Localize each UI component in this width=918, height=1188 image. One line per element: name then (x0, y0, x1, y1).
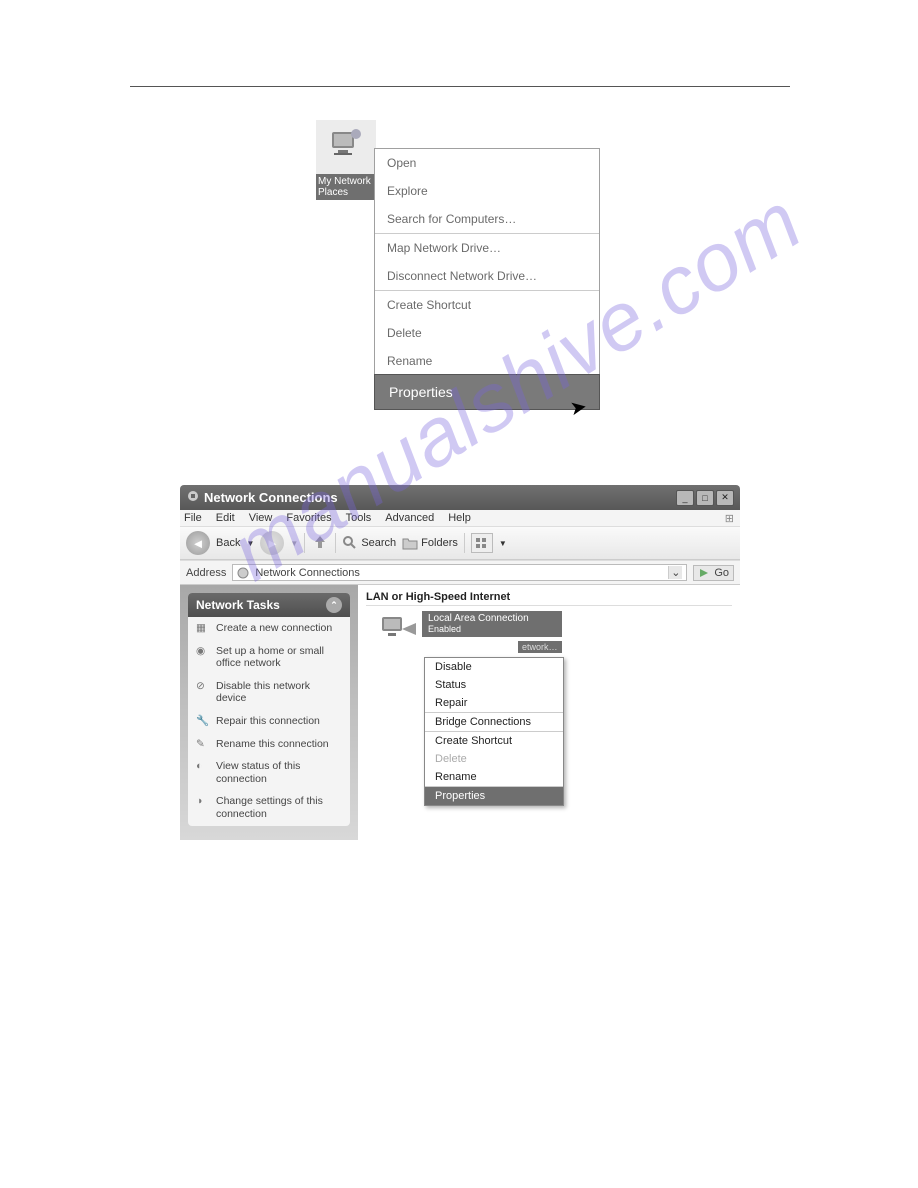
go-label: Go (714, 567, 729, 579)
main-content-pane: LAN or High-Speed Internet Local Area Co… (358, 585, 740, 840)
window-titlebar: Network Connections _ □ ✕ (180, 485, 740, 510)
menu-item-create-shortcut[interactable]: Create Shortcut (375, 291, 599, 319)
menu-item-rename[interactable]: Rename (375, 347, 599, 375)
rename-icon: ✎ (196, 738, 210, 751)
context-menu-desktop: Open Explore Search for Computers… Map N… (374, 148, 600, 410)
desktop-icon-label: My Network Places (316, 174, 378, 200)
context-menu-connection: Disable Status Repair Bridge Connections… (424, 657, 564, 806)
search-label: Search (361, 537, 396, 549)
status-icon: ◐ (196, 760, 210, 785)
go-button[interactable]: Go (693, 565, 734, 581)
folders-label: Folders (421, 537, 458, 549)
wrench-icon: 🔧 (196, 715, 210, 728)
menu-item-create-shortcut[interactable]: Create Shortcut (425, 732, 563, 750)
search-button[interactable]: Search (342, 535, 396, 551)
settings-icon: ◑ (196, 795, 210, 820)
views-button[interactable] (471, 533, 493, 553)
back-button[interactable]: ◄ (186, 531, 210, 555)
address-input[interactable]: Network Connections ⌄ (232, 564, 687, 581)
menu-item-map-drive[interactable]: Map Network Drive… (375, 234, 599, 262)
menu-view[interactable]: View (249, 512, 273, 524)
menu-item-disable[interactable]: Disable (425, 658, 563, 676)
connection-subtext: etwork… (518, 641, 562, 653)
back-dropdown-icon[interactable]: ▼ (246, 539, 254, 548)
page-divider (130, 86, 790, 87)
folders-button[interactable]: Folders (402, 536, 458, 550)
lan-connection-icon (378, 611, 420, 647)
menu-bar: File Edit View Favorites Tools Advanced … (180, 510, 740, 527)
toolbar-separator (464, 533, 465, 553)
task-change-settings[interactable]: ◑Change settings of this connection (188, 790, 350, 825)
connection-name: Local Area Connection Enabled (422, 611, 562, 637)
address-bar: Address Network Connections ⌄ Go (180, 560, 740, 585)
panel-header[interactable]: Network Tasks ⌃ (188, 593, 350, 617)
toolbar-separator (335, 533, 336, 553)
minimize-button[interactable]: _ (676, 490, 694, 506)
network-tasks-panel: Network Tasks ⌃ ▦Create a new connection… (188, 593, 350, 826)
wizard-icon: ▦ (196, 622, 210, 635)
menu-item-properties[interactable]: Properties (374, 374, 600, 410)
menu-help[interactable]: Help (448, 512, 471, 524)
menu-item-explore[interactable]: Explore (375, 177, 599, 205)
forward-button[interactable]: ► (260, 531, 284, 555)
menu-item-disconnect-drive[interactable]: Disconnect Network Drive… (375, 262, 599, 290)
network-connections-window: Network Connections _ □ ✕ File Edit View… (180, 485, 740, 840)
forward-dropdown-icon[interactable]: ▼ (290, 539, 298, 548)
task-create-connection[interactable]: ▦Create a new connection (188, 617, 350, 640)
local-area-connection-item[interactable]: Local Area Connection Enabled etwork… Di… (378, 611, 420, 652)
windows-flag-icon: ⊞ (725, 512, 734, 525)
menu-item-delete-disabled: Delete (425, 750, 563, 768)
toolbar: ◄ Back ▼ ► ▼ Search Folders ▼ (180, 527, 740, 560)
network-icon (237, 567, 251, 579)
window-title: Network Connections (204, 490, 676, 505)
menu-item-status[interactable]: Status (425, 676, 563, 694)
menu-item-bridge[interactable]: Bridge Connections (425, 713, 563, 731)
disable-icon: ⊘ (196, 680, 210, 705)
address-dropdown-icon[interactable]: ⌄ (668, 566, 682, 579)
menu-edit[interactable]: Edit (216, 512, 235, 524)
task-rename[interactable]: ✎Rename this connection (188, 733, 350, 756)
task-view-status[interactable]: ◐View status of this connection (188, 755, 350, 790)
up-button[interactable] (311, 533, 329, 554)
task-repair[interactable]: 🔧Repair this connection (188, 710, 350, 733)
menu-file[interactable]: File (184, 512, 202, 524)
menu-advanced[interactable]: Advanced (385, 512, 434, 524)
globe-icon: ◉ (196, 645, 210, 670)
menu-item-properties[interactable]: Properties (425, 787, 563, 805)
window-body: Network Tasks ⌃ ▦Create a new connection… (180, 585, 740, 840)
views-dropdown-icon[interactable]: ▼ (499, 539, 507, 548)
menu-item-search-computers[interactable]: Search for Computers… (375, 205, 599, 233)
task-disable-device[interactable]: ⊘Disable this network device (188, 675, 350, 710)
section-header-lan: LAN or High-Speed Internet (366, 591, 732, 606)
menu-item-rename[interactable]: Rename (425, 768, 563, 786)
menu-item-repair[interactable]: Repair (425, 694, 563, 712)
address-value: Network Connections (255, 567, 360, 579)
menu-item-delete[interactable]: Delete (375, 319, 599, 347)
menu-tools[interactable]: Tools (346, 512, 372, 524)
address-label: Address (186, 567, 226, 579)
back-label: Back (216, 537, 240, 549)
toolbar-separator (304, 533, 305, 553)
window-icon (186, 489, 200, 506)
collapse-icon[interactable]: ⌃ (326, 597, 342, 613)
task-setup-network[interactable]: ◉Set up a home or small office network (188, 640, 350, 675)
close-button[interactable]: ✕ (716, 490, 734, 506)
menu-favorites[interactable]: Favorites (286, 512, 331, 524)
menu-item-open[interactable]: Open (375, 149, 599, 177)
sidebar-tasks-pane: Network Tasks ⌃ ▦Create a new connection… (180, 585, 358, 840)
maximize-button[interactable]: □ (696, 490, 714, 506)
panel-title: Network Tasks (196, 598, 280, 612)
